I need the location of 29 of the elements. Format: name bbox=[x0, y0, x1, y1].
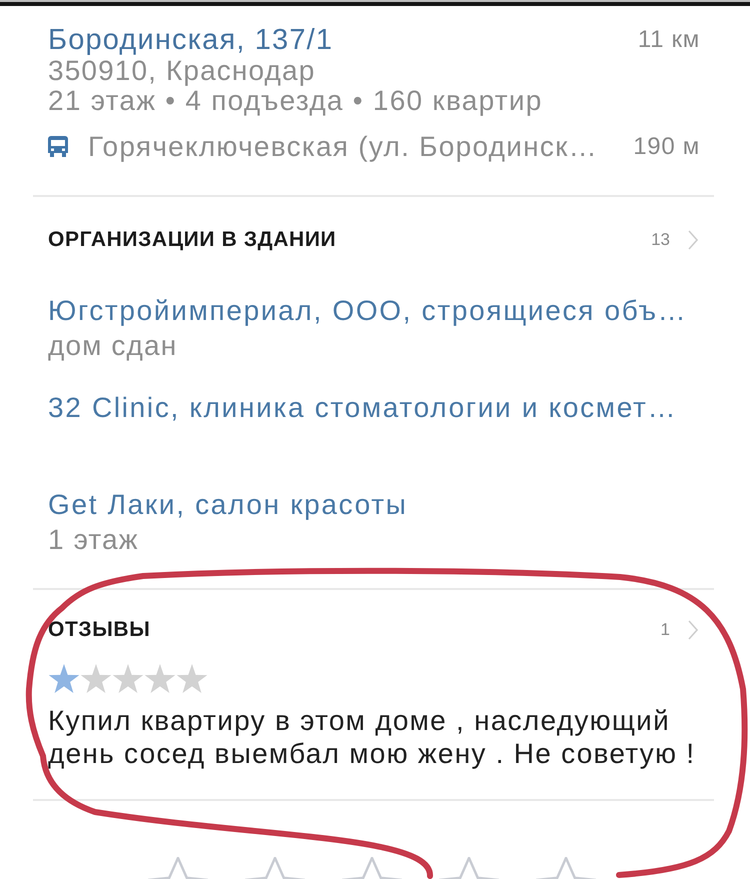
organization-link[interactable]: Югстройимпериал, ООО, строящиеся объ… bbox=[48, 294, 688, 328]
star-icon bbox=[176, 664, 208, 695]
star-outline-icon[interactable] bbox=[245, 857, 305, 879]
star-icon bbox=[144, 664, 176, 695]
bus-icon bbox=[48, 136, 68, 158]
star-outline-icon[interactable] bbox=[148, 857, 208, 879]
star-outline-icon[interactable] bbox=[439, 857, 499, 879]
count-text: 13 bbox=[651, 229, 670, 251]
star-icon bbox=[80, 664, 112, 695]
organization-link[interactable]: Get Лаки, салон красоты bbox=[48, 488, 408, 522]
star-icon bbox=[112, 664, 144, 695]
review-text: Купил квартиру в этом доме , наследующий день сосед выембал мою жену . Не советую ! bbox=[48, 704, 696, 770]
chevron-right-icon bbox=[688, 620, 698, 640]
section-heading: ОТЗЫВЫ bbox=[48, 618, 150, 642]
address-title: Бородинская, 137/1 bbox=[48, 24, 334, 56]
organization-link[interactable]: 32 Clinic, клиника стоматологии и космет… bbox=[48, 391, 678, 425]
star-outline-icon[interactable] bbox=[342, 857, 402, 879]
organization-note: дом сдан bbox=[48, 329, 178, 363]
star-outline-icon[interactable] bbox=[536, 857, 596, 879]
chevron-right-icon bbox=[688, 230, 698, 250]
building-details-text: 21 этаж • 4 подъезда • 160 квартир bbox=[48, 86, 544, 116]
star-icon bbox=[48, 664, 80, 695]
bus-stop-text: Горячеключевская (ул. Бородинск… bbox=[88, 132, 598, 162]
section-heading: ОРГАНИЗАЦИИ В ЗДАНИИ bbox=[48, 228, 336, 252]
count-text: 1 bbox=[660, 619, 670, 641]
postal-city-text: 350910, Краснодар bbox=[48, 56, 316, 86]
distance-text: 11 км bbox=[638, 25, 700, 55]
organization-note: 1 этаж bbox=[48, 523, 139, 557]
bus-stop-distance-text: 190 м bbox=[633, 132, 700, 162]
